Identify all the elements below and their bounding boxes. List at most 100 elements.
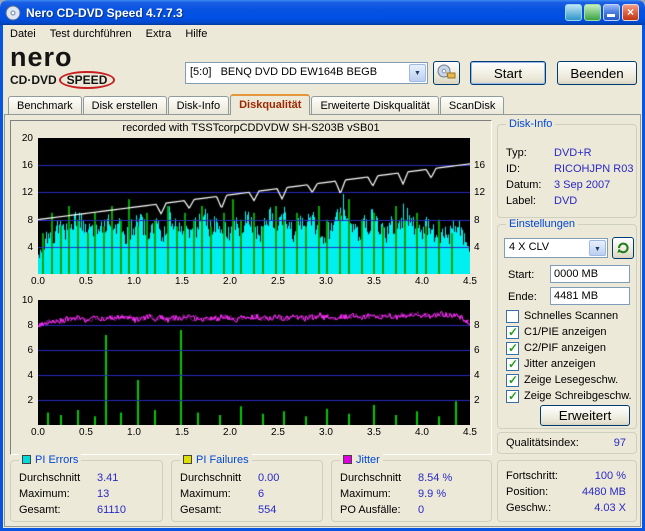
- drive-select[interactable]: [5:0] BENQ DVD DD EW164B BEGB: [185, 62, 428, 84]
- bottom-chart-left-axis: 10 8 6 4 2: [21, 295, 33, 406]
- pie-max-value: 13: [97, 488, 110, 500]
- pie-avg-label: Durchschnitt: [19, 472, 81, 484]
- top-chart-left-axis: 20 16 12 8 4: [21, 133, 33, 253]
- quit-button[interactable]: Beenden: [557, 61, 637, 85]
- pif-legend-icon: [183, 455, 192, 464]
- position-value: 4480 MB: [581, 486, 626, 498]
- tab-disk-erstellen[interactable]: Disk erstellen: [82, 96, 167, 114]
- menu-extra[interactable]: Extra: [139, 26, 179, 42]
- disk-label-label: Label:: [506, 195, 536, 207]
- settings-group: Einstellungen 4 X CLV Start: 0000 MB End…: [497, 218, 637, 429]
- pif-avg-value: 0.00: [258, 472, 280, 484]
- tab-disk-info[interactable]: Disk-Info: [167, 96, 230, 114]
- start-position-label: Start:: [508, 269, 535, 281]
- close-button[interactable]: [622, 4, 639, 21]
- bottom-chart-x-axis: 0.0 0.5 1.0 1.5 2.0 2.5 3.0 3.5 4.0 4.5: [31, 427, 477, 438]
- disk-info-group: Disk-Info Typ: DVD+R ID: RICOHJPN R03 Da…: [497, 118, 637, 218]
- jitter-max-value: 9.9 %: [418, 488, 447, 500]
- checkbox-zeige-schreibgeschw[interactable]: Zeige Schreibgeschw.: [506, 389, 632, 403]
- pi-errors-group: PI Errors Durchschnitt 3.41 Maximum: 13 …: [10, 454, 163, 522]
- minimize-button[interactable]: [603, 4, 620, 21]
- jitter-title: Jitter: [340, 454, 383, 467]
- checkbox-label: C2/PIF anzeigen: [524, 342, 606, 354]
- titlebar-plugin-icon-1[interactable]: [565, 4, 582, 21]
- settings-title: Einstellungen: [506, 218, 579, 231]
- chart-recording-info: recorded with TSSTcorpCDDVDW SH-S203B vS…: [122, 122, 380, 134]
- disk-date-value: 3 Sep 2007: [554, 179, 611, 191]
- checkbox-box: [506, 389, 519, 403]
- disk-date-label: Datum:: [506, 179, 542, 191]
- disk-type-label: Typ:: [506, 147, 527, 159]
- start-position-field[interactable]: 0000 MB: [550, 265, 630, 283]
- nero-wordmark: nero: [10, 42, 73, 72]
- start-button[interactable]: Start: [470, 61, 546, 85]
- disk-info-title: Disk-Info: [506, 118, 556, 131]
- jitter-avg-value: 8.54 %: [418, 472, 453, 484]
- window-title: Nero CD-DVD Speed 4.7.7.3: [26, 5, 183, 20]
- tab-scandisk[interactable]: ScanDisk: [439, 96, 505, 114]
- checkbox-label: Zeige Lesegeschw.: [524, 374, 619, 386]
- po-failures-label: PO Ausfälle:: [340, 504, 401, 516]
- nero-logo: nero CD·DVD SPEED: [10, 42, 182, 91]
- progress-group: Fortschritt: 100 % Position: 4480 MB Ges…: [497, 460, 637, 522]
- menu-test-durchfuehren[interactable]: Test durchführen: [43, 26, 139, 42]
- titlebar-plugin-icon-2[interactable]: [584, 4, 601, 21]
- top-chart-x-axis: 0.0 0.5 1.0 1.5 2.0 2.5 3.0 3.5 4.0 4.5: [31, 276, 477, 287]
- drive-select-value: [5:0] BENQ DVD DD EW164B BEGB: [190, 66, 378, 78]
- pi-failures-title: PI Failures: [180, 454, 252, 467]
- speed-select[interactable]: 4 X CLV: [504, 238, 608, 258]
- tab-bar: Benchmark Disk erstellen Disk-Info Diskq…: [8, 94, 505, 115]
- checkbox-box: [506, 325, 519, 339]
- tab-diskqualitaet[interactable]: Diskqualität: [230, 94, 311, 115]
- cddvdspeed-wordmark: CD·DVD SPEED: [10, 71, 182, 89]
- titlebar[interactable]: Nero CD-DVD Speed 4.7.7.3: [0, 0, 645, 25]
- tab-benchmark[interactable]: Benchmark: [8, 96, 82, 114]
- pie-legend-icon: [22, 455, 31, 464]
- menu-hilfe[interactable]: Hilfe: [178, 26, 214, 42]
- checkbox-zeige-lesegeschw[interactable]: Zeige Lesegeschw.: [506, 373, 618, 387]
- speed-select-value: 4 X CLV: [509, 241, 550, 253]
- pif-max-value: 6: [258, 488, 265, 500]
- pi-failures-title-text: PI Failures: [196, 454, 249, 466]
- checkbox-jitter-anzeigen[interactable]: Jitter anzeigen: [506, 357, 596, 371]
- speed-oval: SPEED: [58, 71, 116, 89]
- pif-avg-label: Durchschnitt: [180, 472, 242, 484]
- refresh-speed-button[interactable]: [612, 237, 634, 259]
- checkbox-label: Jitter anzeigen: [524, 358, 596, 370]
- checkbox-box: [506, 357, 519, 371]
- refresh-icon: [616, 240, 630, 257]
- pie-avg-value: 3.41: [97, 472, 119, 484]
- checkbox-label: Schnelles Scannen: [524, 310, 619, 322]
- menu-datei[interactable]: Datei: [3, 26, 43, 42]
- pie-max-label: Maximum:: [19, 488, 70, 500]
- speed-value: 4.03 X: [594, 502, 626, 514]
- quality-index-value: 97: [613, 437, 626, 449]
- app-window: Nero CD-DVD Speed 4.7.7.3 Datei Test dur…: [0, 0, 645, 531]
- checkbox-label: C1/PIE anzeigen: [524, 326, 607, 338]
- checkbox-box: [506, 309, 519, 323]
- end-position-field[interactable]: 4481 MB: [550, 287, 630, 305]
- cddvd-text: CD·DVD: [10, 73, 57, 87]
- checkbox-schnelles-scannen[interactable]: Schnelles Scannen: [506, 309, 618, 323]
- jitter-group: Jitter Durchschnitt 8.54 % Maximum: 9.9 …: [331, 454, 492, 522]
- pie-total-value: 61110: [97, 504, 126, 516]
- checkbox-c2-pif-anzeigen[interactable]: C2/PIF anzeigen: [506, 341, 606, 355]
- chevron-down-icon[interactable]: [589, 240, 606, 256]
- pi-errors-title: PI Errors: [19, 454, 82, 467]
- disk-id-value: RICOHJPN R03: [554, 163, 634, 175]
- jitter-pif-chart: [38, 300, 470, 425]
- progress-value: 100 %: [594, 470, 626, 482]
- checkbox-c1-pie-anzeigen[interactable]: C1/PIE anzeigen: [506, 325, 607, 339]
- tab-erweiterte-diskqualitaet[interactable]: Erweiterte Diskqualität: [311, 96, 439, 114]
- jitter-title-text: Jitter: [356, 454, 380, 466]
- pi-errors-title-text: PI Errors: [35, 454, 79, 466]
- eject-button[interactable]: [433, 61, 460, 85]
- pif-total-value: 554: [258, 504, 277, 516]
- jitter-avg-label: Durchschnitt: [340, 472, 402, 484]
- advanced-button[interactable]: Erweitert: [540, 405, 630, 426]
- window-border-left: [0, 25, 3, 531]
- disk-type-value: DVD+R: [554, 147, 592, 159]
- jitter-legend-icon: [343, 455, 352, 464]
- po-failures-value: 0: [418, 504, 425, 516]
- chevron-down-icon[interactable]: [409, 64, 426, 82]
